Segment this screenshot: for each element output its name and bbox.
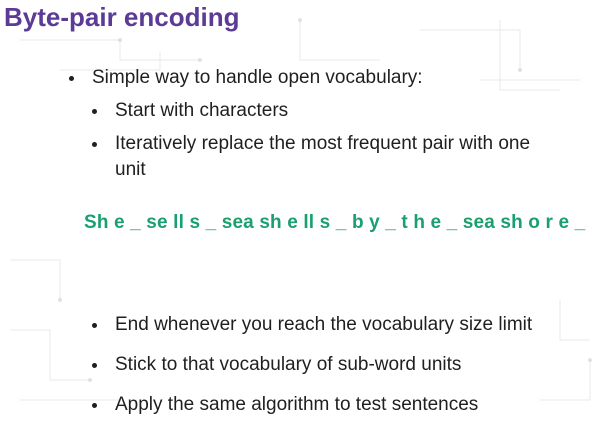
- bullet-dot-level2: [92, 403, 97, 408]
- bpe-example-sentence: Sh e _ se ll s _ sea sh e ll s _ b y _ t…: [84, 212, 586, 233]
- bullet-text: Stick to that vocabulary of sub-word uni…: [115, 354, 462, 375]
- slide-title: Byte-pair encoding: [4, 2, 240, 32]
- bullet-text: Simple way to handle open vocabulary:: [92, 67, 423, 88]
- bullet-dot-level2: [92, 142, 97, 147]
- bullet-dot-level2: [92, 363, 97, 368]
- bullet-dot-level2: [92, 323, 97, 328]
- bullet-text: Start with characters: [115, 100, 289, 121]
- bullet-text: Apply the same algorithm to test sentenc…: [115, 394, 479, 415]
- bullet-text: End whenever you reach the vocabulary si…: [115, 314, 533, 335]
- bullet-dot-level2: [92, 109, 97, 114]
- bullet-dot-level1: [69, 76, 74, 81]
- bullet-text: Iteratively replace the most frequent pa…: [115, 133, 531, 154]
- bullet-text-continuation: unit: [115, 159, 146, 180]
- slide: Byte-pair encoding Simple way to handle …: [0, 0, 594, 433]
